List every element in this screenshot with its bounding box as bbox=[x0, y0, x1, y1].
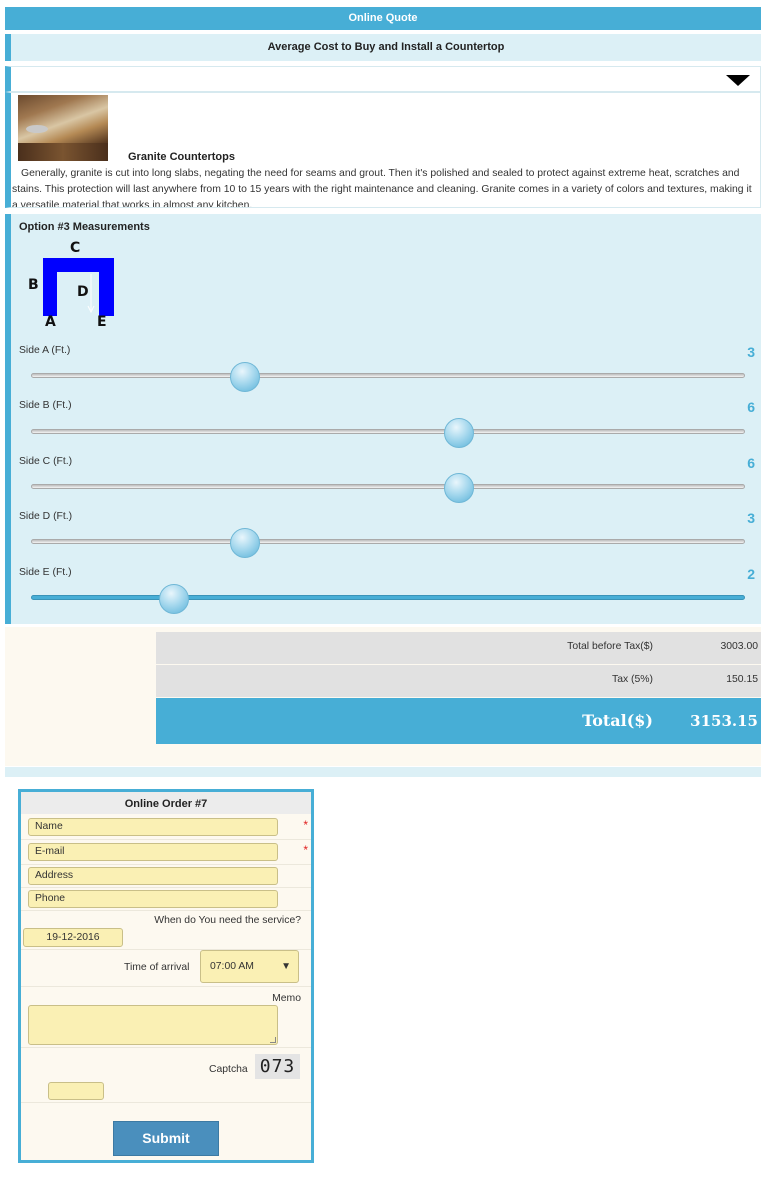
email-required-mark: * bbox=[303, 843, 308, 857]
tax-label: Tax (5%) bbox=[612, 674, 653, 685]
memo-label: Memo bbox=[272, 993, 301, 1004]
row-divider bbox=[21, 839, 311, 840]
diagram-label-d: D bbox=[77, 284, 89, 300]
side-c-slider-handle[interactable] bbox=[444, 473, 475, 503]
memo-textarea[interactable] bbox=[28, 1005, 278, 1045]
countertop-type-select[interactable] bbox=[5, 66, 761, 92]
tax-value: 150.15 bbox=[726, 674, 758, 685]
side-e-slider-track[interactable] bbox=[31, 595, 745, 600]
side-d-slider-track[interactable] bbox=[31, 539, 745, 544]
order-form-title: Online Order #7 bbox=[21, 792, 311, 814]
section-title: Average Cost to Buy and Install a Counte… bbox=[5, 34, 761, 61]
side-e-slider-handle[interactable] bbox=[158, 584, 189, 614]
total-before-tax-value: 3003.00 bbox=[720, 641, 758, 652]
section-divider bbox=[5, 767, 761, 777]
total-before-tax-label: Total before Tax($) bbox=[567, 641, 653, 652]
sink-shape bbox=[26, 125, 48, 133]
side-d-label: Side D (Ft.) bbox=[19, 511, 73, 522]
side-c-value: 6 bbox=[747, 455, 755, 471]
quote-page: Online Quote Average Cost to Buy and Ins… bbox=[0, 0, 768, 1180]
arrival-time-select[interactable]: 07:00 AM ▼ bbox=[200, 950, 299, 983]
submit-button[interactable]: Submit bbox=[113, 1121, 219, 1156]
caret-down-icon: ▼ bbox=[281, 961, 291, 972]
row-divider bbox=[21, 1102, 311, 1103]
diagram-label-a: A bbox=[45, 314, 56, 330]
captcha-label: Captcha bbox=[209, 1064, 248, 1075]
service-date-question: When do You need the service? bbox=[154, 915, 301, 926]
resize-grip-icon[interactable] bbox=[270, 1037, 276, 1043]
address-field[interactable]: Address bbox=[28, 867, 278, 885]
row-divider bbox=[21, 887, 311, 888]
diagram-label-e: E bbox=[97, 314, 107, 330]
phone-field[interactable]: Phone bbox=[28, 890, 278, 908]
side-a-slider-track[interactable] bbox=[31, 373, 745, 378]
page-title: Online Quote bbox=[5, 7, 761, 30]
side-c-slider-track[interactable] bbox=[31, 484, 745, 489]
side-a-value: 3 bbox=[747, 344, 755, 360]
side-b-slider-track[interactable] bbox=[31, 429, 745, 434]
granite-countertop-image bbox=[18, 95, 108, 161]
row-divider bbox=[21, 1047, 311, 1048]
grand-total-value: 3153.15 bbox=[690, 712, 758, 730]
captcha-input[interactable] bbox=[48, 1082, 104, 1100]
name-field[interactable]: Name bbox=[28, 818, 278, 836]
side-d-value: 3 bbox=[747, 510, 755, 526]
side-b-label: Side B (Ft.) bbox=[19, 400, 72, 411]
side-b-slider-handle[interactable] bbox=[444, 418, 475, 448]
cabinet-shape bbox=[18, 143, 108, 161]
row-divider bbox=[21, 864, 311, 865]
row-divider bbox=[21, 986, 311, 987]
product-card: Granite Countertops Generally, granite i… bbox=[5, 92, 761, 208]
diagram-label-c: C bbox=[70, 240, 81, 256]
tax-row: Tax (5%) 150.15 bbox=[156, 665, 761, 697]
side-c-label: Side C (Ft.) bbox=[19, 456, 73, 467]
u-shape-diagram: C B D A E bbox=[19, 240, 119, 334]
measurements-panel: Option #3 Measurements C B D A E Side A … bbox=[5, 214, 761, 624]
row-divider bbox=[21, 910, 311, 911]
side-e-value: 2 bbox=[747, 566, 755, 582]
grand-total-row: Total($) 3153.15 bbox=[156, 698, 761, 744]
product-title: Granite Countertops bbox=[128, 151, 235, 163]
measurements-title: Option #3 Measurements bbox=[19, 221, 150, 233]
side-a-slider-handle[interactable] bbox=[230, 362, 261, 392]
service-date-field[interactable]: 19-12-2016 bbox=[23, 928, 123, 947]
diagram-label-b: B bbox=[28, 277, 39, 293]
product-description: Generally, granite is cut into long slab… bbox=[12, 168, 752, 208]
name-required-mark: * bbox=[303, 818, 308, 832]
triangle-down-icon[interactable] bbox=[726, 75, 750, 86]
total-before-tax-row: Total before Tax($) 3003.00 bbox=[156, 632, 761, 664]
grand-total-label: Total($) bbox=[582, 711, 653, 730]
order-form: Online Order #7 Name * E-mail * Address … bbox=[18, 789, 314, 1163]
side-b-value: 6 bbox=[747, 399, 755, 415]
side-a-label: Side A (Ft.) bbox=[19, 345, 71, 356]
arrival-time-value: 07:00 AM bbox=[210, 961, 254, 972]
arrival-time-label: Time of arrival bbox=[124, 962, 190, 973]
email-field[interactable]: E-mail bbox=[28, 843, 278, 861]
totals-section: Total before Tax($) 3003.00 Tax (5%) 150… bbox=[5, 627, 761, 766]
captcha-image: 073 bbox=[255, 1054, 300, 1079]
side-d-slider-handle[interactable] bbox=[230, 528, 261, 558]
side-e-label: Side E (Ft.) bbox=[19, 567, 72, 578]
